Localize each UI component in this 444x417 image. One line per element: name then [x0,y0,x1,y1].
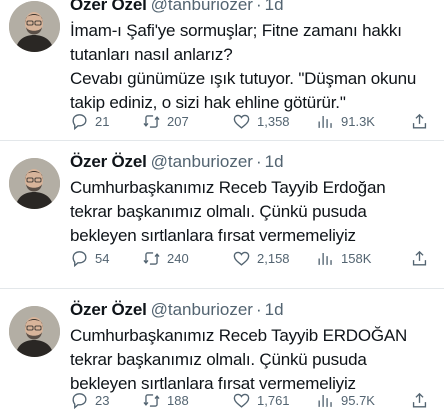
tweet-header: Özer Özel @tanburiozer · 1d [70,150,436,174]
tweet[interactable]: Özer Özel @tanburiozer · 1d Cumhurbaşkanımı… [0,288,444,417]
timestamp[interactable]: 1d [265,300,284,319]
reply-count: 23 [95,392,110,408]
author-name[interactable]: Özer Özel [70,300,147,319]
views-count: 95.7K [341,392,375,408]
retweet-icon [143,251,160,265]
views-icon [318,394,332,407]
views-button[interactable]: 91.3K [316,109,375,133]
author-handle[interactable]: @tanburiozer [151,0,253,14]
views-count: 91.3K [341,113,375,129]
retweet-count: 207 [167,113,189,129]
like-count: 1,358 [257,113,290,129]
retweet-icon [143,114,160,128]
avatar[interactable] [9,1,60,52]
tweet-actions: 54 240 2,158 158K [70,246,436,270]
reply-count: 54 [95,250,110,266]
share-icon [412,250,427,266]
share-button[interactable] [410,246,429,270]
tweet-feed: Özer Özel @tanburiozer · 1d İmam-ı Şafi'ye … [0,0,444,417]
tweet-text: Cumhurbaşkanımız Receb Tayyib Erdoğan te… [70,178,386,245]
like-count: 2,158 [257,250,290,266]
share-button[interactable] [410,109,429,133]
tweet-header: Özer Özel @tanburiozer · 1d [70,298,436,322]
avatar[interactable] [9,158,60,209]
tweet-header: Özer Özel @tanburiozer · 1d [70,0,436,17]
like-button[interactable]: 1,761 [232,388,290,412]
share-icon [412,113,427,129]
author-handle[interactable]: @tanburiozer [151,152,253,171]
retweet-button[interactable]: 240 [142,246,189,270]
reply-button[interactable]: 21 [70,109,109,133]
views-icon [318,115,332,128]
reply-icon [72,250,87,267]
separator: · [255,300,262,319]
like-icon [233,114,250,129]
separator: · [255,152,262,171]
views-button[interactable]: 95.7K [316,388,375,412]
author-name[interactable]: Özer Özel [70,152,147,171]
share-icon [412,392,427,408]
author-name[interactable]: Özer Özel [70,0,147,14]
timestamp[interactable]: 1d [265,0,284,14]
retweet-button[interactable]: 188 [142,388,189,412]
like-count: 1,761 [257,392,290,408]
reply-icon [72,113,87,130]
views-count: 158K [341,250,372,266]
tweet[interactable]: Özer Özel @tanburiozer · 1d İmam-ı Şafi'ye … [0,0,444,140]
views-button[interactable]: 158K [316,246,371,270]
views-icon [318,252,332,265]
reply-count: 21 [95,113,110,129]
tweet-text: İmam-ı Şafi'ye sormuşlar; Fitne zamanı h… [70,21,417,112]
separator: · [255,0,262,14]
like-button[interactable]: 1,358 [232,109,290,133]
like-icon [233,251,250,266]
timestamp[interactable]: 1d [265,152,284,171]
author-handle[interactable]: @tanburiozer [151,300,253,319]
tweet[interactable]: Özer Özel @tanburiozer · 1d Cumhurbaşkanımı… [0,140,444,288]
share-button[interactable] [410,388,429,412]
tweet-actions: 23 188 1,761 95.7K [70,388,436,412]
reply-button[interactable]: 54 [70,246,109,270]
retweet-count: 240 [167,250,189,266]
retweet-icon [143,393,160,407]
retweet-button[interactable]: 207 [142,109,189,133]
like-icon [233,393,250,408]
reply-button[interactable]: 23 [70,388,109,412]
tweet-text: Cumhurbaşkanımız Receb Tayyib ERDOĞAN te… [70,326,408,393]
avatar[interactable] [9,306,60,357]
reply-icon [72,392,87,409]
like-button[interactable]: 2,158 [232,246,290,270]
tweet-actions: 21 207 1,358 91.3K [70,109,436,133]
retweet-count: 188 [167,392,189,408]
